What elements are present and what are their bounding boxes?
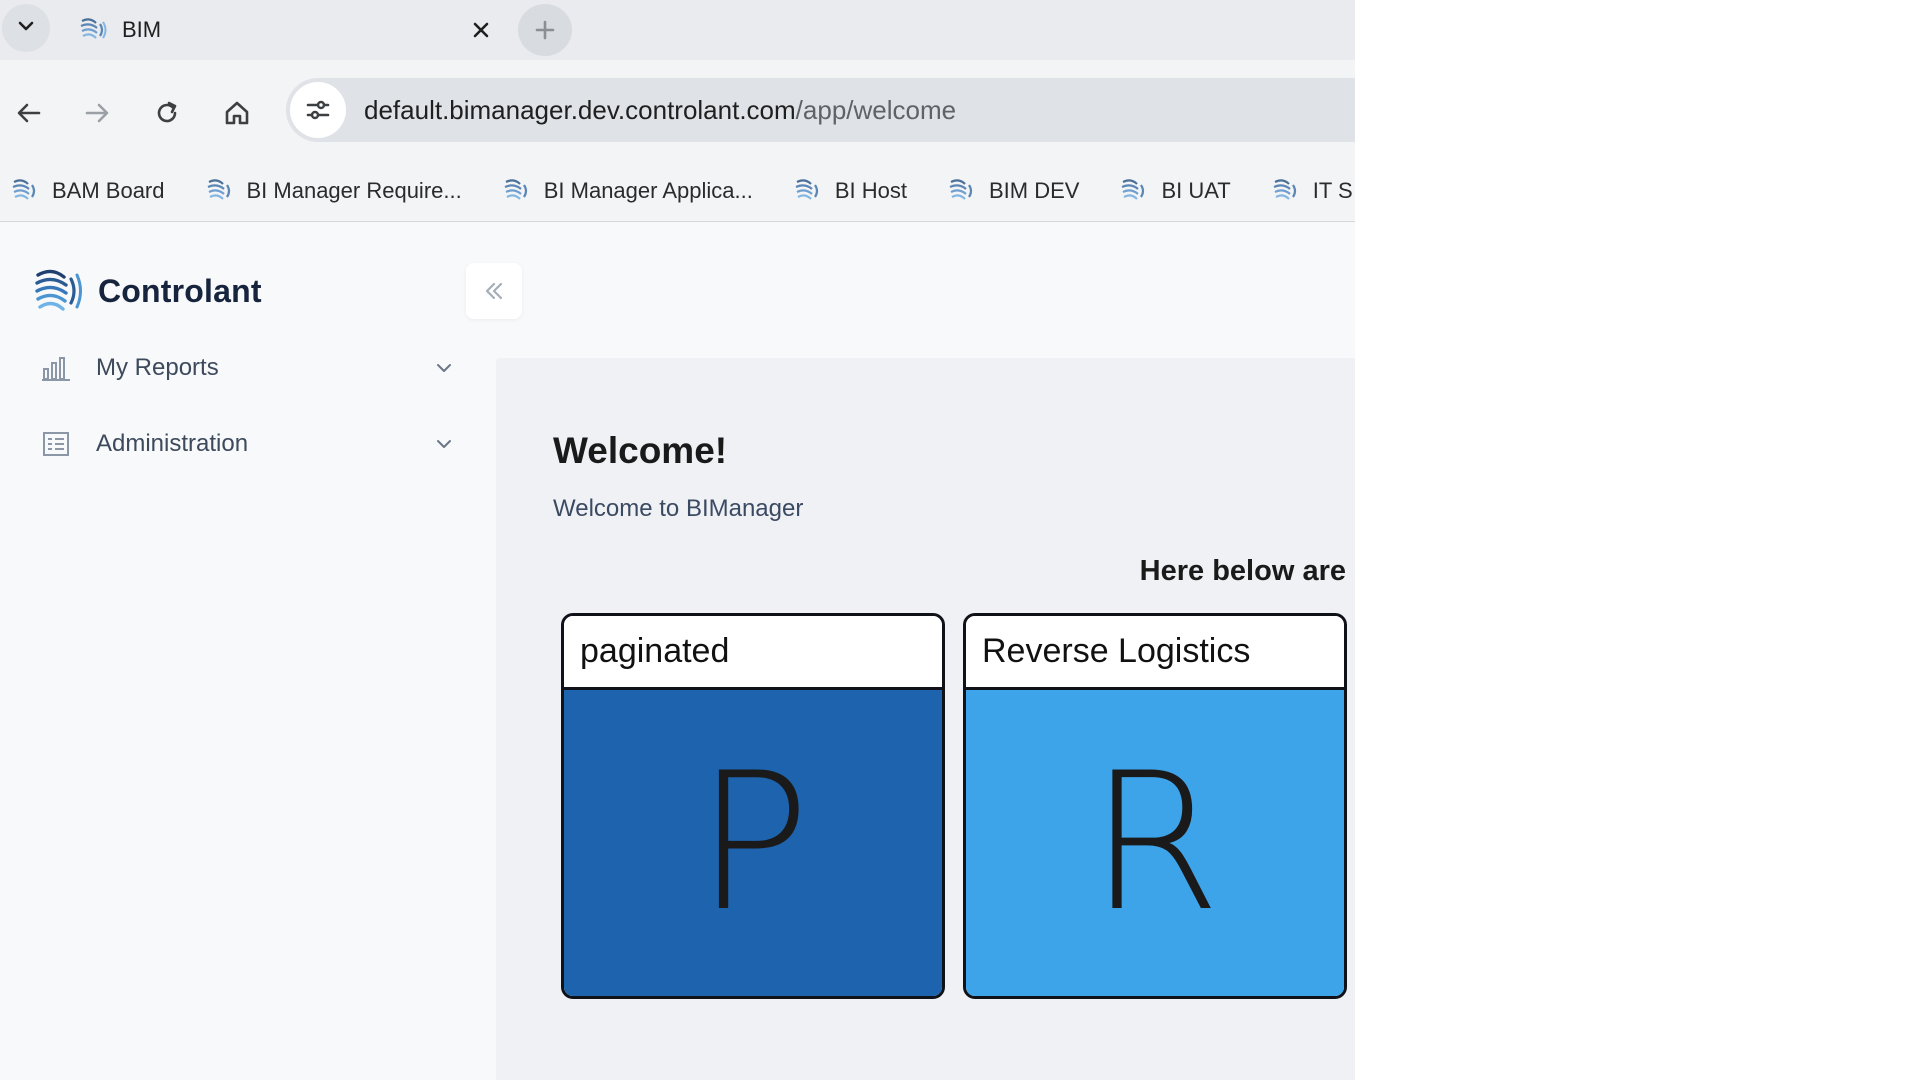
controlant-favicon-icon xyxy=(1273,178,1296,200)
controlant-favicon-icon xyxy=(1122,178,1145,200)
card-title: paginated xyxy=(580,632,730,670)
empty-area xyxy=(1355,0,1920,1080)
chevron-down-icon xyxy=(428,352,460,384)
card-header: Reverse Logistics xyxy=(966,616,1344,690)
reload-button[interactable] xyxy=(144,90,190,136)
report-card-paginated[interactable]: paginated P xyxy=(561,613,945,999)
section-heading: Here below are xyxy=(1139,555,1346,587)
bookmark-bi-manager-require[interactable]: BI Manager Require... xyxy=(205,176,462,206)
bookmark-label: BAM Board xyxy=(52,177,165,203)
tune-icon xyxy=(306,100,330,120)
admin-list-icon xyxy=(40,428,72,460)
brand-name: Controlant xyxy=(98,272,262,309)
card-letter: R xyxy=(1088,732,1222,953)
tab-search-button[interactable] xyxy=(2,4,50,52)
home-icon xyxy=(225,101,249,125)
controlant-favicon-icon xyxy=(207,178,230,200)
bookmark-bim-dev[interactable]: BIM DEV xyxy=(947,176,1079,206)
bookmark-bam-board[interactable]: BAM Board xyxy=(10,176,165,206)
sidebar-item-administration[interactable]: Administration xyxy=(40,419,460,469)
controlant-favicon-icon xyxy=(12,178,36,200)
double-chevron-left-icon xyxy=(485,282,503,300)
bar-chart-icon xyxy=(40,352,72,384)
brand-logo[interactable]: Controlant xyxy=(34,265,262,317)
tab-strip: BIM xyxy=(0,0,1355,60)
back-button[interactable] xyxy=(6,90,52,136)
arrow-right-icon xyxy=(85,103,109,123)
bookmark-bi-uat[interactable]: BI UAT xyxy=(1119,176,1231,206)
url-host: default.bimanager.dev.controlant.com xyxy=(364,94,796,125)
address-bar[interactable]: default.bimanager.dev.controlant.com/app… xyxy=(286,78,1366,142)
sidebar-item-label: Administration xyxy=(96,430,249,457)
home-button[interactable] xyxy=(214,90,260,136)
chevron-down-icon xyxy=(428,428,460,460)
sidebar-item-label: My Reports xyxy=(96,354,219,381)
sidebar-item-my-reports[interactable]: My Reports xyxy=(40,343,460,393)
main-content: Welcome! Welcome to BIManager Here below… xyxy=(496,358,1355,1080)
controlant-favicon-icon xyxy=(795,178,818,200)
page-subtitle: Welcome to BIManager xyxy=(553,495,804,522)
card-thumbnail: P xyxy=(564,690,942,996)
plus-icon xyxy=(535,20,555,40)
url-text: default.bimanager.dev.controlant.com/app… xyxy=(364,95,956,126)
chevron-down-icon xyxy=(15,15,37,42)
app-area: Controlant My Reports Administration Wel… xyxy=(0,223,1355,1080)
reload-icon xyxy=(157,101,177,123)
browser-window: BIM default.bimanager.dev.controlant.com… xyxy=(0,0,1366,1080)
collapse-sidebar-button[interactable] xyxy=(466,263,522,319)
sidebar: Controlant My Reports Administration xyxy=(0,223,522,1080)
url-path: /app/welcome xyxy=(795,94,957,125)
page-title: Welcome! xyxy=(553,430,728,471)
bookmark-label: BI Manager Applica... xyxy=(543,177,753,203)
close-tab-button[interactable] xyxy=(464,13,498,47)
bookmarks-bar: BAM Board BI Manager Require... BI Manag… xyxy=(0,160,1355,222)
new-tab-button[interactable] xyxy=(518,4,572,56)
card-letter: P xyxy=(695,732,811,953)
bookmark-label: IT S xyxy=(1312,177,1353,203)
tab-bim[interactable]: BIM xyxy=(62,0,502,60)
bookmark-bi-host[interactable]: BI Host xyxy=(793,176,907,206)
site-info-button[interactable] xyxy=(290,82,346,138)
bookmark-bi-manager-applica[interactable]: BI Manager Applica... xyxy=(502,176,753,206)
tab-title: BIM xyxy=(122,17,162,42)
bookmark-label: BI Host xyxy=(834,177,907,203)
close-icon xyxy=(473,22,489,38)
card-header: paginated xyxy=(564,616,942,690)
controlant-favicon-icon xyxy=(949,178,973,200)
forward-button[interactable] xyxy=(74,90,120,136)
browser-toolbar: default.bimanager.dev.controlant.com/app… xyxy=(0,60,1366,160)
arrow-left-icon xyxy=(17,103,41,123)
controlant-logo-icon xyxy=(35,269,82,311)
report-card-reverse-logistics[interactable]: Reverse Logistics R xyxy=(963,613,1347,999)
bookmark-label: BI UAT xyxy=(1161,177,1231,203)
controlant-favicon-icon xyxy=(78,15,108,45)
bookmark-it-s[interactable]: IT S xyxy=(1271,176,1353,206)
card-thumbnail: R xyxy=(966,690,1344,996)
card-title: Reverse Logistics xyxy=(982,632,1251,670)
bookmark-label: BIM DEV xyxy=(989,177,1080,203)
controlant-favicon-icon xyxy=(504,178,527,200)
bookmark-label: BI Manager Require... xyxy=(246,177,462,203)
